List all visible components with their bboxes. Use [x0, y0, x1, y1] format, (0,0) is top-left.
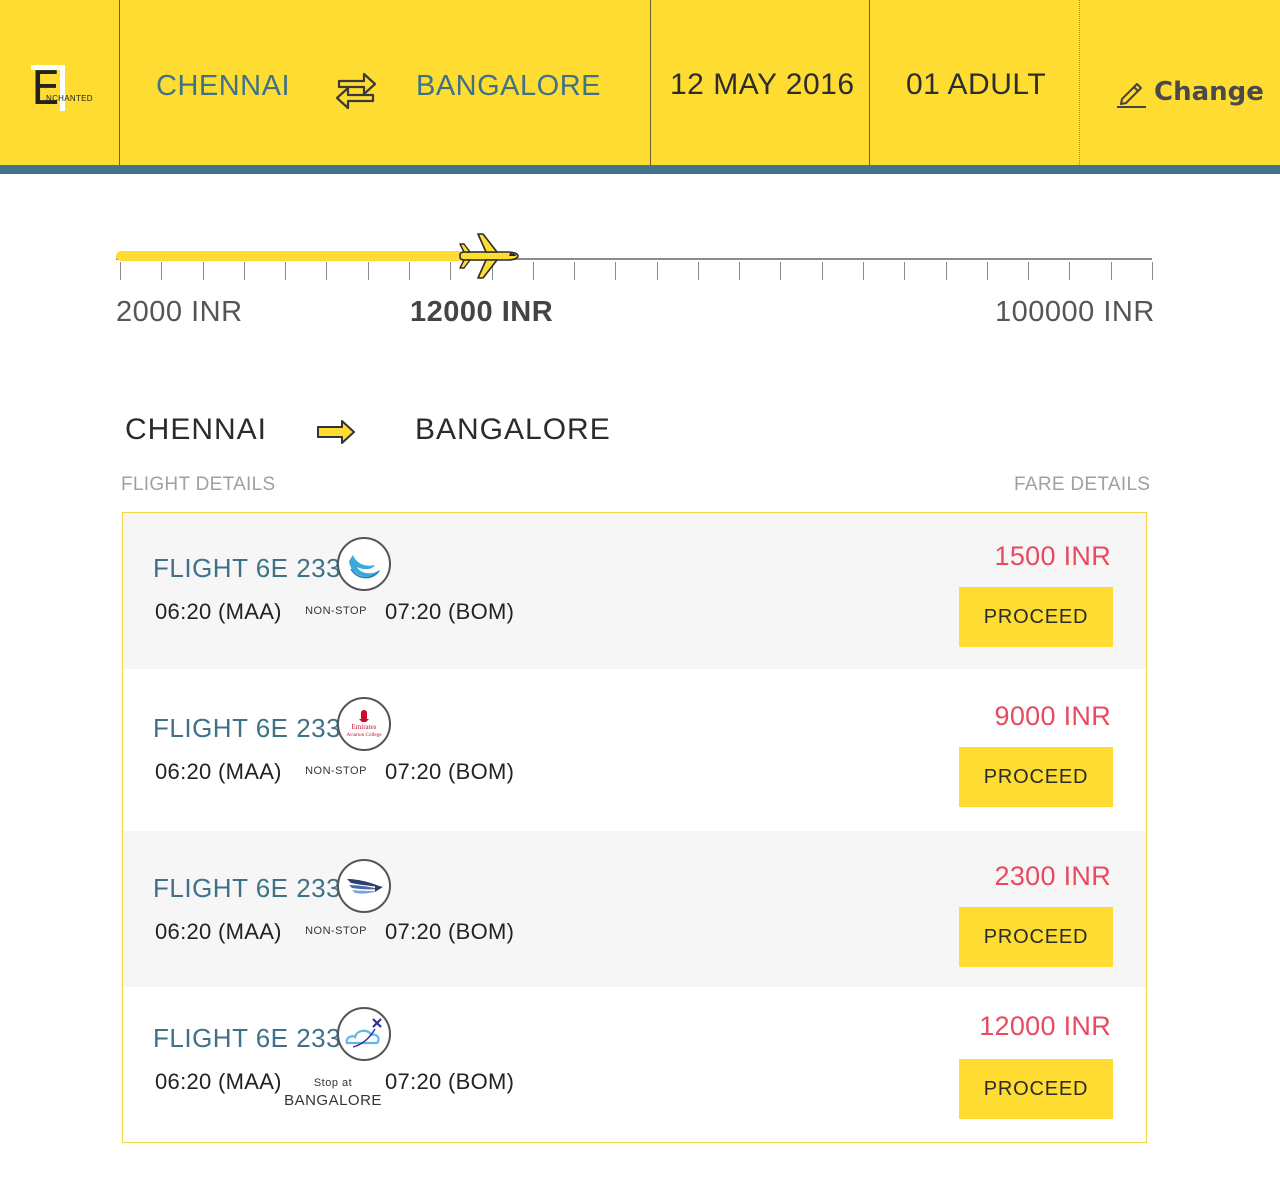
slider-tick [202, 262, 204, 280]
pencil-icon [1117, 83, 1146, 108]
stop-label: Stop at [313, 1077, 353, 1089]
header-divider [1079, 0, 1080, 165]
fare-amount: 1500 INR [994, 541, 1111, 571]
flight-number: FLIGHT 6E 233 [153, 873, 342, 903]
arrival-time: 07:20 (BOM) [385, 599, 515, 624]
slider-tick [450, 262, 452, 280]
proceed-button[interactable]: PROCEED [959, 587, 1113, 647]
flight-row: FLIGHT 6E 233 06:20 (MAA) NON-STOP 07:20… [123, 831, 1146, 987]
header-divider [869, 0, 870, 165]
travel-date[interactable]: 12 MAY 2016 [670, 68, 855, 102]
flight-row: FLIGHT 6E 233 Emirates Aviation College … [123, 669, 1146, 831]
arrival-time: 07:20 (BOM) [385, 1069, 515, 1094]
slider-current-label: 12000 INR [410, 296, 554, 328]
proceed-button[interactable]: PROCEED [959, 907, 1113, 967]
slider-tick [161, 262, 163, 280]
swap-arrows-icon[interactable] [333, 66, 379, 112]
enchanted-logo[interactable]: E NCHANTED [31, 65, 101, 113]
flight-number: FLIGHT 6E 233 [153, 1023, 342, 1053]
slider-tick [1028, 262, 1030, 280]
header-divider [650, 0, 651, 165]
bird-wing-logo-icon [347, 879, 383, 894]
fare-details-label: FARE DETAILS [1014, 474, 1151, 495]
departure-time: 06:20 (MAA) [155, 919, 282, 944]
logo-text: Emirates [352, 723, 377, 731]
search-summary-header: E NCHANTED CHENNAI BANGALORE 12 MAY 2016… [0, 0, 1280, 165]
slider-tick [367, 262, 369, 280]
slider-tick [1110, 262, 1112, 280]
slider-min-label: 2000 INR [116, 296, 243, 328]
stop-city: BANGALORE [284, 1092, 382, 1109]
flight-details-label: FLIGHT DETAILS [121, 474, 276, 495]
flight-number: FLIGHT 6E 233 [153, 553, 342, 583]
slider-tick [656, 262, 658, 280]
proceed-button[interactable]: PROCEED [959, 747, 1113, 807]
departure-time: 06:20 (MAA) [155, 1069, 282, 1094]
stop-label: NON-STOP [305, 605, 367, 617]
flight-row: FLIGHT 6E 233 06:20 (MAA) NON-STOP 07:20… [123, 513, 1146, 669]
slider-tick [243, 262, 245, 280]
slider-tick [326, 262, 328, 280]
logo-text: NCHANTED [46, 94, 93, 103]
stop-info: Stop at BANGALORE [283, 1077, 383, 1109]
header-divider [119, 0, 120, 165]
logo-text: Aviation College [346, 732, 382, 738]
header-to-city[interactable]: BANGALORE [416, 70, 601, 103]
slider-fill [116, 251, 484, 261]
departure-time: 06:20 (MAA) [155, 759, 282, 784]
proceed-button[interactable]: PROCEED [959, 1059, 1113, 1119]
airline-logo [337, 1007, 391, 1061]
flight-results-list: FLIGHT 6E 233 06:20 (MAA) NON-STOP 07:20… [122, 512, 1147, 1143]
price-range-slider[interactable] [116, 228, 1156, 288]
slider-tick [120, 262, 121, 280]
slider-tick [904, 262, 906, 280]
slider-tick [697, 262, 699, 280]
arrival-time: 07:20 (BOM) [385, 759, 515, 784]
slider-tick [532, 262, 534, 280]
slider-tick [1152, 262, 1153, 280]
airline-logo: Emirates Aviation College [337, 697, 391, 751]
slider-tick [863, 262, 865, 280]
slider-tick [1069, 262, 1071, 280]
slider-tick [945, 262, 947, 280]
stop-info: NON-STOP [299, 605, 373, 617]
emirates-aviation-college-logo-icon: Emirates Aviation College [346, 710, 382, 738]
slider-tick [821, 262, 823, 280]
passenger-count[interactable]: 01 ADULT [906, 68, 1046, 102]
arrival-time: 07:20 (BOM) [385, 919, 515, 944]
flight-number: FLIGHT 6E 233 [153, 713, 342, 743]
stop-info: NON-STOP [299, 765, 373, 777]
route-to-city: BANGALORE [415, 413, 611, 446]
slider-max-label: 100000 INR [995, 296, 1155, 328]
flight-row: FLIGHT 6E 233 06:20 (MAA) Stop at BANGAL… [123, 987, 1146, 1142]
airplane-icon[interactable] [456, 232, 520, 280]
change-search-button[interactable]: Change [1114, 74, 1264, 110]
stop-label: NON-STOP [305, 765, 367, 777]
slider-ticks [116, 262, 1156, 280]
header-accent-bar [0, 165, 1280, 174]
airline-logo [337, 859, 391, 913]
slider-tick [780, 262, 782, 280]
slider-tick [739, 262, 741, 280]
fare-amount: 12000 INR [979, 1011, 1111, 1041]
route-arrow-icon [317, 420, 355, 444]
slider-tick [574, 262, 576, 280]
header-from-city[interactable]: CHENNAI [156, 70, 290, 103]
airline-logo [337, 537, 391, 591]
route-from-city: CHENNAI [125, 413, 268, 446]
swirl-logo-icon [349, 555, 381, 579]
stop-info: NON-STOP [299, 925, 373, 937]
slider-tick [986, 262, 988, 280]
slider-tick [408, 262, 410, 280]
stop-label: NON-STOP [305, 925, 367, 937]
change-label: Change [1154, 77, 1264, 107]
logo-letter: E [31, 61, 61, 115]
departure-time: 06:20 (MAA) [155, 599, 282, 624]
fare-amount: 2300 INR [994, 861, 1111, 891]
fare-amount: 9000 INR [994, 701, 1111, 731]
slider-tick [615, 262, 617, 280]
cloud-plane-logo-icon [345, 1018, 382, 1048]
slider-tick [285, 262, 287, 280]
